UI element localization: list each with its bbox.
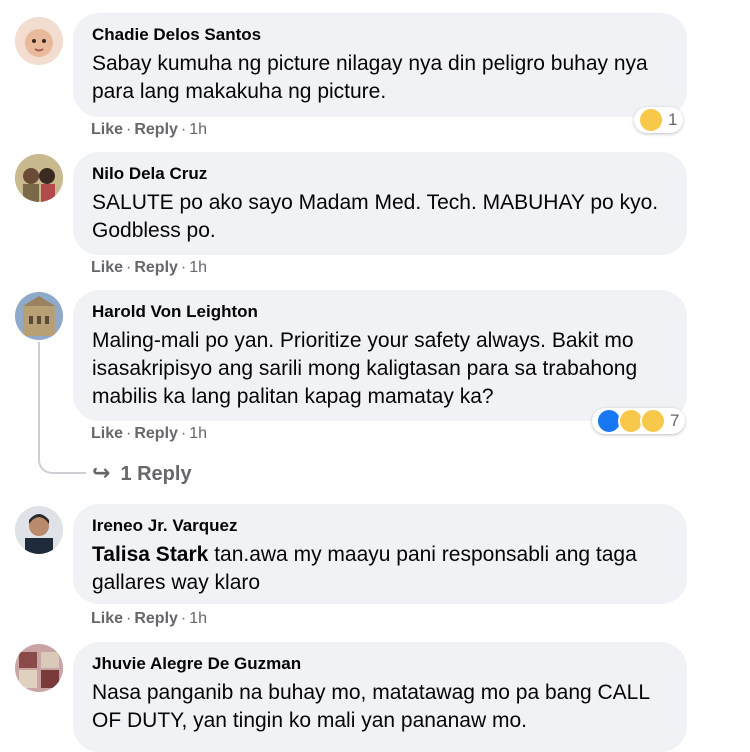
replies-count-label: 1 Reply	[120, 463, 192, 485]
avatar[interactable]	[15, 292, 63, 340]
avatar[interactable]	[15, 154, 63, 202]
comment: Ireneo Jr. Varquez Talisa Stark tan.awa …	[0, 500, 750, 640]
comment-time[interactable]: 1h	[189, 610, 207, 627]
comment-author[interactable]: Ireneo Jr. Varquez	[92, 515, 667, 537]
sad-reaction-icon	[640, 408, 666, 434]
separator: ·	[126, 121, 132, 138]
comment-actions: Like · Reply · 1h	[91, 425, 207, 443]
comment: Chadie Delos Santos Sabay kumuha ng pict…	[0, 0, 750, 150]
avatar[interactable]	[15, 17, 63, 65]
separator: ·	[180, 259, 187, 276]
separator: ·	[180, 425, 187, 442]
thread-line	[38, 342, 40, 454]
comment-bubble: Nilo Dela Cruz SALUTE po ako sayo Madam …	[73, 152, 687, 255]
comment-author[interactable]: Harold Von Leighton	[92, 301, 667, 323]
comment: Nilo Dela Cruz SALUTE po ako sayo Madam …	[0, 150, 750, 290]
reply-button[interactable]: Reply	[134, 121, 178, 138]
avatar[interactable]	[15, 644, 63, 692]
reaction-summary[interactable]: 1	[634, 107, 684, 133]
view-replies-link[interactable]: ↪ 1 Reply	[92, 460, 192, 486]
comment-author[interactable]: Jhuvie Alegre De Guzman	[92, 653, 667, 675]
comment-author[interactable]: Chadie Delos Santos	[92, 24, 667, 46]
comment-time[interactable]: 1h	[189, 259, 207, 276]
comment-text: SALUTE po ako sayo Madam Med. Tech. MABU…	[92, 191, 659, 242]
like-button[interactable]: Like	[91, 610, 123, 627]
separator: ·	[180, 610, 187, 627]
comment-text: Nasa panganib na buhay mo, matatawag mo …	[92, 681, 650, 732]
comment-text: Maling-mali po yan. Prioritize your safe…	[92, 329, 638, 408]
comment: Harold Von Leighton Maling-mali po yan. …	[0, 290, 750, 500]
reply-button[interactable]: Reply	[134, 259, 178, 276]
like-button[interactable]: Like	[91, 425, 123, 442]
comment-text: Talisa Stark tan.awa my maayu pani respo…	[92, 541, 667, 597]
separator: ·	[126, 610, 132, 627]
reaction-count: 7	[670, 411, 680, 430]
separator: ·	[126, 259, 132, 276]
like-button[interactable]: Like	[91, 259, 123, 276]
avatar[interactable]	[15, 506, 63, 554]
comment: Jhuvie Alegre De Guzman Nasa panganib na…	[0, 640, 750, 752]
comment-time[interactable]: 1h	[189, 425, 207, 442]
reply-arrow-icon: ↪	[92, 460, 111, 485]
separator: ·	[126, 425, 132, 442]
thread-curve	[38, 454, 86, 474]
like-button[interactable]: Like	[91, 121, 123, 138]
haha-reaction-icon	[638, 107, 664, 133]
separator: ·	[180, 121, 187, 138]
comment-actions: Like · Reply · 1h	[91, 259, 207, 277]
comment-actions: Like · Reply · 1h	[91, 610, 207, 628]
comment-bubble: Ireneo Jr. Varquez Talisa Stark tan.awa …	[73, 504, 687, 604]
comment-actions: Like · Reply · 1h	[91, 121, 207, 139]
comment-text: Sabay kumuha ng picture nilagay nya din …	[92, 52, 648, 103]
comment-bubble: Jhuvie Alegre De Guzman Nasa panganib na…	[73, 642, 687, 752]
comment-author[interactable]: Nilo Dela Cruz	[92, 163, 667, 185]
reaction-summary[interactable]: 7	[592, 408, 686, 434]
reply-button[interactable]: Reply	[134, 425, 178, 442]
comment-bubble: Chadie Delos Santos Sabay kumuha ng pict…	[73, 13, 687, 117]
reaction-count: 1	[668, 110, 678, 129]
comment-bubble: Harold Von Leighton Maling-mali po yan. …	[73, 290, 687, 421]
tagged-user[interactable]: Talisa Stark	[92, 543, 208, 566]
reply-button[interactable]: Reply	[134, 610, 178, 627]
comment-time[interactable]: 1h	[189, 121, 207, 138]
